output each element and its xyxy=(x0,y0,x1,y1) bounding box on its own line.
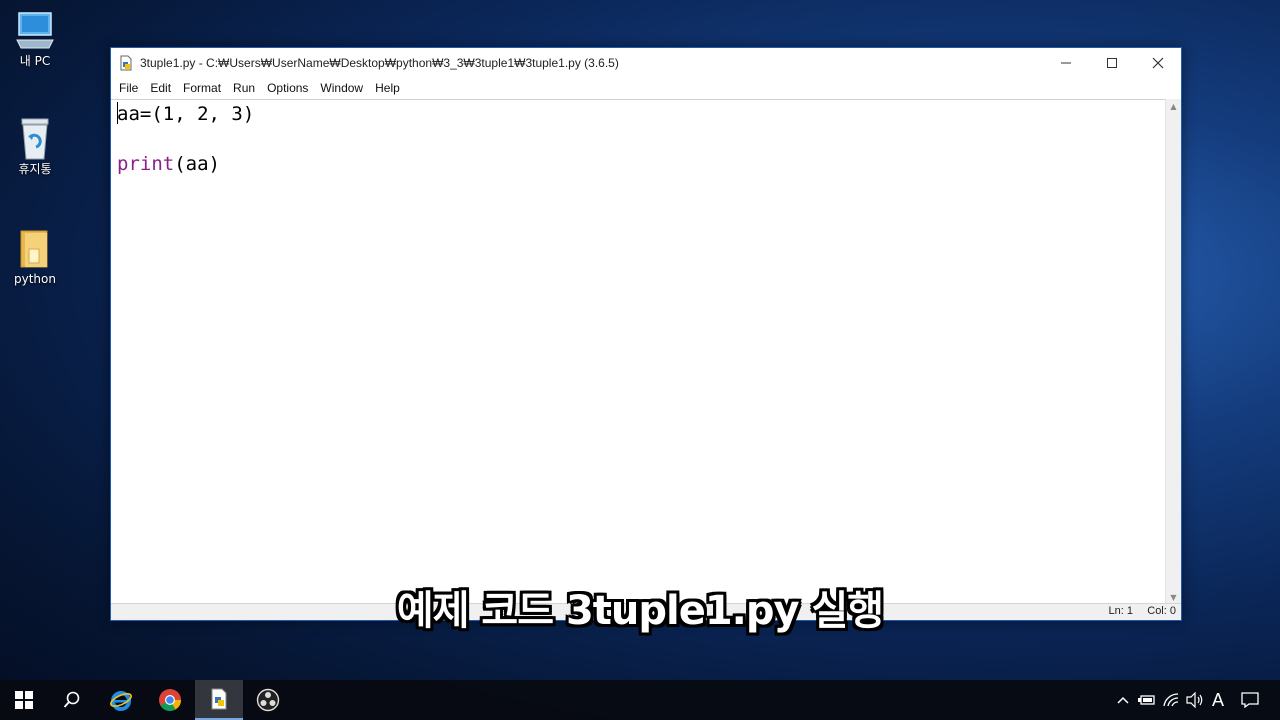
notification-icon xyxy=(1241,692,1259,708)
desktop-icon-this-pc[interactable]: 내 PC xyxy=(4,8,66,68)
menu-options[interactable]: Options xyxy=(261,81,314,95)
menu-format[interactable]: Format xyxy=(177,81,227,95)
search-icon xyxy=(63,691,80,708)
tray-show-hidden-button[interactable] xyxy=(1112,680,1134,720)
start-button[interactable] xyxy=(0,680,48,720)
tray-network-button[interactable] xyxy=(1160,680,1182,720)
menu-file[interactable]: File xyxy=(113,81,144,95)
code-line-1: aa=(1, 2, 3) xyxy=(117,103,255,125)
menu-window[interactable]: Window xyxy=(314,81,369,95)
scroll-up-icon[interactable]: ▲ xyxy=(1166,99,1181,113)
recycle-bin-icon xyxy=(4,116,66,162)
close-button[interactable] xyxy=(1135,48,1181,78)
python-file-icon xyxy=(120,55,132,71)
battery-plug-icon xyxy=(1138,695,1155,705)
maximize-button[interactable] xyxy=(1089,48,1135,78)
folder-icon xyxy=(4,226,66,272)
start-icon xyxy=(15,691,33,709)
chevron-up-icon xyxy=(1117,696,1129,704)
speaker-icon xyxy=(1186,692,1203,708)
chrome-icon xyxy=(159,689,181,711)
menu-help[interactable]: Help xyxy=(369,81,406,95)
desktop-icon-python-folder[interactable]: python xyxy=(4,226,66,286)
wifi-icon xyxy=(1163,693,1179,707)
code-keyword-print: print xyxy=(117,153,175,175)
video-subtitle: 예제 코드 3tuple1.py 실행 xyxy=(396,588,884,634)
desktop-icon-recycle-bin[interactable]: 휴지통 xyxy=(4,116,66,176)
desktop-icon-label: 휴지통 xyxy=(18,162,52,176)
vertical-scrollbar[interactable]: ▲ ▼ xyxy=(1165,99,1181,604)
maximize-icon xyxy=(1107,58,1117,68)
menu-bar: File Edit Format Run Options Window Help xyxy=(111,78,1181,98)
tray-ime-indicator[interactable]: A xyxy=(1207,680,1229,720)
this-pc-icon xyxy=(4,8,66,54)
code-text: aa=(1, 2, 3) print(aa) xyxy=(117,102,1166,177)
title-bar[interactable]: 3tuple1.py - C:₩Users₩UserName₩Desktop₩p… xyxy=(111,48,1181,78)
tray-power-button[interactable] xyxy=(1136,680,1158,720)
close-icon xyxy=(1152,57,1164,69)
window-title: 3tuple1.py - C:₩Users₩UserName₩Desktop₩p… xyxy=(140,56,619,70)
code-editor[interactable]: aa=(1, 2, 3) print(aa) xyxy=(111,99,1166,604)
taskbar-obs[interactable] xyxy=(244,680,292,720)
taskbar-chrome[interactable] xyxy=(146,680,194,720)
menu-edit[interactable]: Edit xyxy=(144,81,177,95)
desktop-icon-label: python xyxy=(14,272,56,286)
menu-run[interactable]: Run xyxy=(227,81,261,95)
taskbar-python-idle[interactable] xyxy=(195,680,243,720)
minimize-icon xyxy=(1061,62,1071,64)
tray-volume-button[interactable] xyxy=(1184,680,1206,720)
desktop-icon-label: 내 PC xyxy=(19,54,51,68)
search-button[interactable] xyxy=(48,680,96,720)
action-center-button[interactable] xyxy=(1236,680,1264,720)
code-line-3-rest: (aa) xyxy=(174,153,220,175)
idle-editor-window: 3tuple1.py - C:₩Users₩UserName₩Desktop₩p… xyxy=(110,47,1182,621)
obs-icon xyxy=(256,688,280,712)
taskbar-internet-explorer[interactable] xyxy=(97,680,145,720)
internet-explorer-icon xyxy=(110,691,132,711)
taskbar: A xyxy=(0,680,1280,720)
python-idle-icon xyxy=(211,688,227,710)
minimize-button[interactable] xyxy=(1043,48,1089,78)
